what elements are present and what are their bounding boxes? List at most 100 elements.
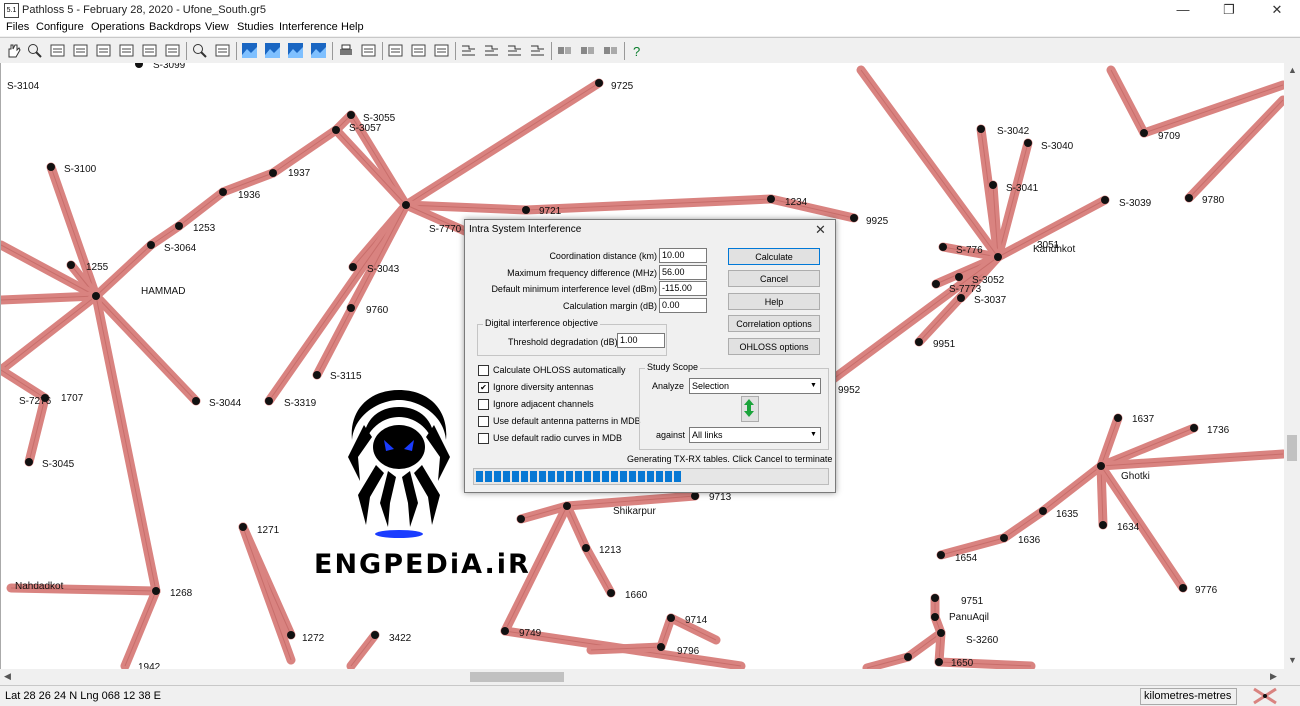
site-node[interactable] (522, 206, 530, 214)
default-radio-curves-checkbox[interactable] (478, 433, 489, 444)
help-button[interactable]: Help (728, 293, 820, 310)
calculation-margin-field[interactable]: 0.00 (659, 298, 707, 313)
coordination-distance-field[interactable]: 10.00 (659, 248, 707, 263)
site-node[interactable] (192, 397, 200, 405)
rain-4-icon[interactable] (528, 41, 547, 60)
site-node[interactable] (657, 643, 665, 651)
site-node[interactable] (1024, 139, 1032, 147)
site-node[interactable] (957, 294, 965, 302)
scroll-right-icon[interactable]: ▶ (1270, 671, 1277, 682)
site-node[interactable] (955, 273, 963, 281)
calculate-ohloss-checkbox[interactable] (478, 365, 489, 376)
vertical-scroll-thumb[interactable] (1287, 435, 1297, 461)
select-pointer-icon[interactable] (71, 41, 90, 60)
min-interference-level-field[interactable]: -115.00 (659, 281, 707, 296)
site-node[interactable] (1000, 534, 1008, 542)
link-edit-icon[interactable] (359, 41, 378, 60)
table-icon[interactable] (386, 41, 405, 60)
menu-configure[interactable]: Configure (36, 21, 84, 33)
menu-operations[interactable]: Operations (91, 21, 145, 33)
site-node[interactable] (767, 195, 775, 203)
site-node[interactable] (371, 631, 379, 639)
site-node[interactable] (1185, 194, 1193, 202)
threshold-degradation-field[interactable]: 1.00 (617, 333, 665, 348)
menu-view[interactable]: View (205, 21, 229, 33)
horizontal-scroll-thumb[interactable] (470, 672, 564, 682)
site-node[interactable] (915, 338, 923, 346)
site-node[interactable] (931, 594, 939, 602)
site-node[interactable] (977, 125, 985, 133)
site-node[interactable] (67, 261, 75, 269)
chevron-down-icon[interactable]: ▼ (807, 379, 820, 393)
site-node[interactable] (691, 492, 699, 500)
site-node[interactable] (1097, 462, 1105, 470)
site-node[interactable] (47, 163, 55, 171)
site-node[interactable] (1179, 584, 1187, 592)
site-node[interactable] (939, 243, 947, 251)
site-node[interactable] (269, 169, 277, 177)
link-icon[interactable] (432, 41, 451, 60)
dialog-close-icon[interactable]: ✕ (815, 222, 826, 238)
site-node[interactable] (175, 222, 183, 230)
rain-2-icon[interactable] (482, 41, 501, 60)
scroll-up-icon[interactable]: ▲ (1288, 65, 1297, 75)
site-node[interactable] (932, 280, 940, 288)
site-node[interactable] (937, 629, 945, 637)
site-node[interactable] (517, 515, 525, 523)
site-node[interactable] (219, 188, 227, 196)
default-antenna-patterns-checkbox[interactable] (478, 416, 489, 427)
menu-interference[interactable]: Interference (279, 21, 338, 33)
against-select[interactable]: All links ▼ (689, 427, 821, 443)
cancel-button[interactable]: Cancel (728, 270, 820, 287)
menu-help[interactable]: Help (341, 21, 364, 33)
rain-1-icon[interactable] (459, 41, 478, 60)
network-3-icon[interactable] (601, 41, 620, 60)
maximize-button[interactable]: ❐ (1206, 0, 1252, 20)
select-arrow-icon[interactable] (94, 41, 113, 60)
site-node[interactable] (607, 589, 615, 597)
site-node[interactable] (937, 551, 945, 559)
list-icon[interactable] (409, 41, 428, 60)
site-node[interactable] (1101, 196, 1109, 204)
site-node[interactable] (1190, 424, 1198, 432)
ignore-diversity-checkbox[interactable]: ✔ (478, 382, 489, 393)
ignore-adjacent-checkbox[interactable] (478, 399, 489, 410)
scroll-left-icon[interactable]: ◀ (4, 671, 11, 682)
network-2-icon[interactable] (578, 41, 597, 60)
terrain-icon[interactable] (140, 41, 159, 60)
print-map-icon[interactable] (163, 41, 182, 60)
backdrop-2-icon[interactable] (263, 41, 282, 60)
calculate-button[interactable]: Calculate (728, 248, 820, 265)
site-node[interactable] (501, 627, 509, 635)
site-node[interactable] (135, 63, 143, 68)
site-node[interactable] (147, 241, 155, 249)
site-node[interactable] (1114, 414, 1122, 422)
site-node[interactable] (332, 126, 340, 134)
site-node[interactable] (287, 631, 295, 639)
site-node[interactable] (239, 523, 247, 531)
analyze-select[interactable]: Selection ▼ (689, 378, 821, 394)
rain-3-icon[interactable] (505, 41, 524, 60)
ohloss-options-button[interactable]: OHLOSS options (728, 338, 820, 355)
chevron-down-icon[interactable]: ▼ (807, 428, 820, 442)
site-node[interactable] (265, 397, 273, 405)
backdrop-1-icon[interactable] (240, 41, 259, 60)
site-node[interactable] (349, 263, 357, 271)
ruler-icon[interactable] (117, 41, 136, 60)
zoom-fit-icon[interactable] (213, 41, 232, 60)
map-navigator-icon[interactable] (1250, 687, 1280, 705)
backdrop-4-icon[interactable] (309, 41, 328, 60)
scroll-down-icon[interactable]: ▼ (1288, 655, 1297, 665)
site-node[interactable] (935, 658, 943, 666)
site-node[interactable] (667, 614, 675, 622)
swap-scope-button[interactable] (741, 396, 759, 422)
close-window-button[interactable]: ✕ (1254, 0, 1300, 20)
correlation-options-button[interactable]: Correlation options (728, 315, 820, 332)
minimize-button[interactable]: — (1160, 0, 1206, 20)
vertical-scrollbar[interactable]: ▲ ▼ (1284, 63, 1300, 669)
site-node[interactable] (989, 181, 997, 189)
site-node[interactable] (1140, 129, 1148, 137)
site-node[interactable] (904, 653, 912, 661)
site-node[interactable] (931, 613, 939, 621)
site-node[interactable] (563, 502, 571, 510)
